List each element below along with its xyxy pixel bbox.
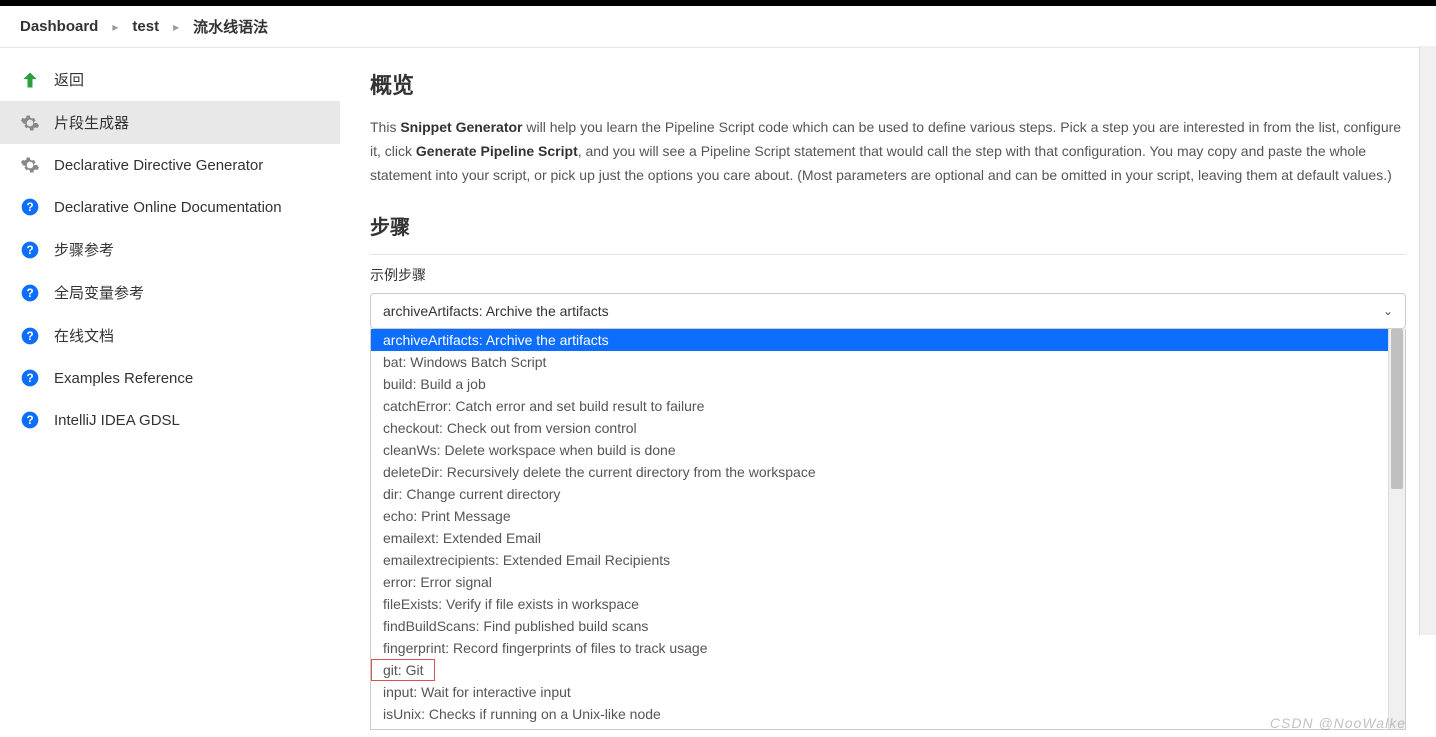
select-option[interactable]: emailextrecipients: Extended Email Recip… bbox=[371, 549, 1388, 571]
sidebar-item-online-docs[interactable]: ? Declarative Online Documentation bbox=[0, 186, 340, 228]
sample-step-select[interactable]: archiveArtifacts: Archive the artifacts … bbox=[370, 293, 1406, 329]
sidebar-item-label: 返回 bbox=[54, 69, 84, 90]
select-option[interactable]: deleteDir: Recursively delete the curren… bbox=[371, 461, 1388, 483]
help-icon: ? bbox=[20, 326, 40, 346]
sidebar: 返回 片段生成器 Declarative Directive Generator… bbox=[0, 48, 340, 737]
sidebar-item-snippet-generator[interactable]: 片段生成器 bbox=[0, 101, 340, 144]
divider bbox=[370, 254, 1406, 255]
help-icon: ? bbox=[20, 240, 40, 260]
select-option[interactable]: archiveArtifacts: Archive the artifacts bbox=[371, 329, 1388, 351]
select-option[interactable]: junit: Archive JUnit-formatted test resu… bbox=[371, 725, 1388, 729]
help-icon: ? bbox=[20, 283, 40, 303]
watermark: CSDN @NooWalke bbox=[1270, 715, 1406, 731]
breadcrumb-item-test[interactable]: test bbox=[132, 18, 159, 35]
steps-heading: 步骤 bbox=[370, 211, 1406, 240]
select-option[interactable]: dir: Change current directory bbox=[371, 483, 1388, 505]
select-value: archiveArtifacts: Archive the artifacts bbox=[383, 303, 609, 319]
select-option[interactable]: catchError: Catch error and set build re… bbox=[371, 395, 1388, 417]
listbox-scrollbar[interactable] bbox=[1388, 329, 1405, 729]
chevron-down-icon: ⌄ bbox=[1383, 304, 1393, 318]
select-option[interactable]: fingerprint: Record fingerprints of file… bbox=[371, 637, 1388, 659]
select-option[interactable]: fileExists: Verify if file exists in wor… bbox=[371, 593, 1388, 615]
select-option[interactable]: bat: Windows Batch Script bbox=[371, 351, 1388, 373]
select-option[interactable]: echo: Print Message bbox=[371, 505, 1388, 527]
select-option[interactable]: checkout: Check out from version control bbox=[371, 417, 1388, 439]
breadcrumb-item-syntax[interactable]: 流水线语法 bbox=[193, 16, 268, 37]
gear-icon bbox=[20, 155, 40, 175]
overview-heading: 概览 bbox=[370, 68, 1406, 100]
sample-step-label: 示例步骤 bbox=[370, 265, 1406, 285]
breadcrumb: Dashboard ▸ test ▸ 流水线语法 bbox=[0, 6, 1436, 48]
select-option[interactable]: git: Git bbox=[371, 659, 435, 681]
page-scrollbar[interactable] bbox=[1419, 46, 1436, 635]
select-options-list[interactable]: archiveArtifacts: Archive the artifactsb… bbox=[371, 329, 1388, 729]
sidebar-item-label: 步骤参考 bbox=[54, 239, 114, 260]
sidebar-item-examples[interactable]: ? Examples Reference bbox=[0, 357, 340, 399]
help-icon: ? bbox=[20, 410, 40, 430]
select-option[interactable]: build: Build a job bbox=[371, 373, 1388, 395]
sidebar-item-label: Declarative Online Documentation bbox=[54, 199, 282, 216]
select-option[interactable]: emailext: Extended Email bbox=[371, 527, 1388, 549]
sidebar-item-label: IntelliJ IDEA GDSL bbox=[54, 412, 180, 429]
sidebar-item-label: Examples Reference bbox=[54, 370, 193, 387]
help-icon: ? bbox=[20, 197, 40, 217]
scrollbar-thumb[interactable] bbox=[1391, 329, 1403, 489]
arrow-up-icon bbox=[20, 70, 40, 90]
gear-icon bbox=[20, 113, 40, 133]
sidebar-item-intellij[interactable]: ? IntelliJ IDEA GDSL bbox=[0, 399, 340, 441]
select-option[interactable]: error: Error signal bbox=[371, 571, 1388, 593]
select-dropdown: archiveArtifacts: Archive the artifactsb… bbox=[370, 329, 1406, 730]
svg-text:?: ? bbox=[26, 330, 33, 343]
select-option[interactable]: findBuildScans: Find published build sca… bbox=[371, 615, 1388, 637]
select-option[interactable]: isUnix: Checks if running on a Unix-like… bbox=[371, 703, 1388, 725]
chevron-right-icon: ▸ bbox=[112, 20, 118, 34]
select-option[interactable]: input: Wait for interactive input bbox=[371, 681, 1388, 703]
sidebar-item-global-var[interactable]: ? 全局变量参考 bbox=[0, 271, 340, 314]
sidebar-item-online-docs2[interactable]: ? 在线文档 bbox=[0, 314, 340, 357]
svg-text:?: ? bbox=[26, 287, 33, 300]
svg-text:?: ? bbox=[26, 244, 33, 257]
sidebar-item-label: 全局变量参考 bbox=[54, 282, 144, 303]
overview-description: This Snippet Generator will help you lea… bbox=[370, 116, 1406, 187]
sidebar-item-label: 在线文档 bbox=[54, 325, 114, 346]
chevron-right-icon: ▸ bbox=[173, 20, 179, 34]
sidebar-item-step-ref[interactable]: ? 步骤参考 bbox=[0, 228, 340, 271]
breadcrumb-item-dashboard[interactable]: Dashboard bbox=[20, 18, 98, 35]
svg-text:?: ? bbox=[26, 414, 33, 427]
help-icon: ? bbox=[20, 368, 40, 388]
select-option[interactable]: cleanWs: Delete workspace when build is … bbox=[371, 439, 1388, 461]
sidebar-item-label: 片段生成器 bbox=[54, 112, 129, 133]
svg-text:?: ? bbox=[26, 201, 33, 214]
sidebar-item-back[interactable]: 返回 bbox=[0, 58, 340, 101]
svg-text:?: ? bbox=[26, 372, 33, 385]
main-content: 概览 This Snippet Generator will help you … bbox=[340, 48, 1436, 737]
sidebar-item-directive-generator[interactable]: Declarative Directive Generator bbox=[0, 144, 340, 186]
sidebar-item-label: Declarative Directive Generator bbox=[54, 157, 263, 174]
